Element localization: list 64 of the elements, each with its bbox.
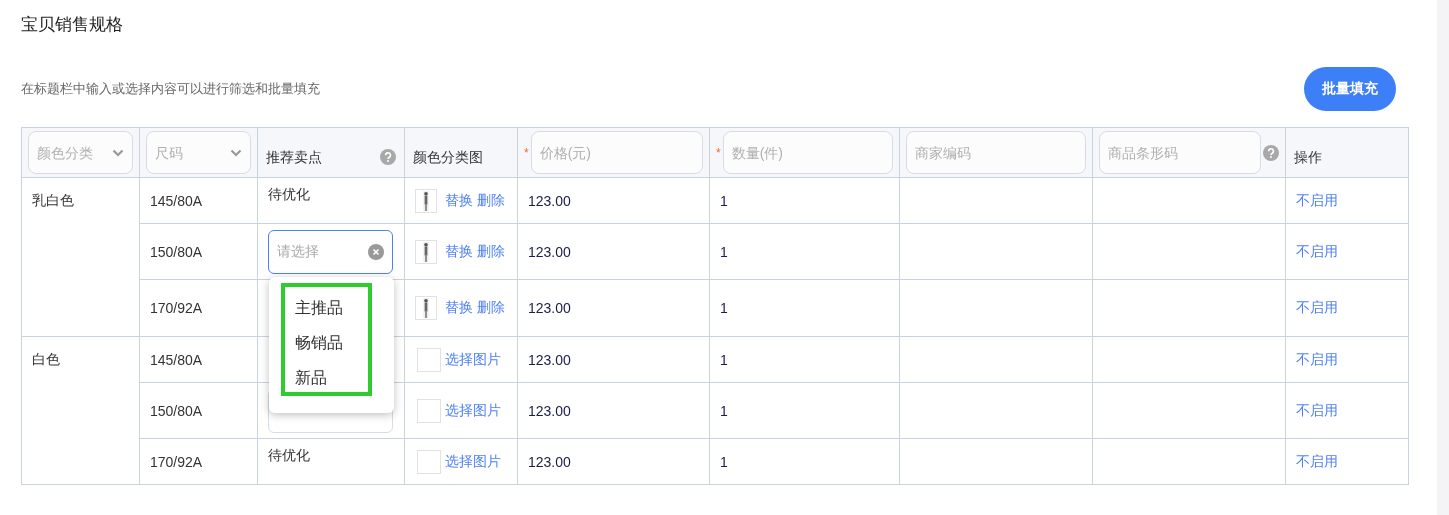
image-slot[interactable] [417,347,441,372]
size-text: 145/80A [150,192,203,209]
dropdown-option[interactable]: 主推品 [295,297,343,319]
quantity-text: 1 [720,192,728,209]
image-action-link[interactable]: 替换 [445,299,473,317]
disable-link[interactable]: 不启用 [1296,350,1338,367]
quantity-text: 1 [720,351,728,368]
required-mark: * [524,146,529,159]
size-text: 150/80A [150,243,203,260]
column-header: 颜色分类图 [413,149,484,164]
dropdown-option[interactable]: 畅销品 [295,332,343,354]
price-text: 123.00 [528,192,571,209]
size-text: 150/80A [150,402,203,419]
selling-point-select[interactable]: 请选择 [268,229,393,274]
quantity-text: 1 [720,243,728,260]
price-text: 123.00 [528,453,571,470]
quantity-text: 1 [720,402,728,419]
image-action-link[interactable]: 选择图片 [445,350,501,369]
size-text: 145/80A [150,351,203,368]
quantity-text: 1 [720,453,728,470]
column-header: 操作 [1294,149,1323,164]
image-action-link[interactable]: 选择图片 [445,401,501,420]
image-action-link[interactable]: 替换 [445,242,473,261]
disable-link[interactable]: 不启用 [1296,452,1338,469]
selling-point-text: 待优化 [268,186,310,202]
filter-input-field[interactable]: 商品条形码 [1099,131,1261,174]
image-slot[interactable] [417,449,441,474]
image-slot[interactable] [417,398,441,423]
chevron-down-icon [230,148,242,157]
disable-link[interactable]: 不启用 [1296,191,1338,208]
required-mark: * [716,146,721,159]
disable-link[interactable]: 不启用 [1296,299,1338,315]
filter-input-field[interactable]: 数量(件) [722,131,893,174]
price-text: 123.00 [528,243,571,260]
image-action-link[interactable]: 选择图片 [445,452,501,471]
disable-link[interactable]: 不启用 [1296,401,1338,418]
price-text: 123.00 [528,300,571,316]
help-icon[interactable] [1263,144,1279,161]
filter-select[interactable]: 尺码 [146,131,251,174]
color-name: 乳白色 [32,192,74,208]
section-title: 宝贝销售规格 [21,14,123,36]
chevron-down-icon [112,148,124,157]
quantity-text: 1 [720,300,728,316]
price-text: 123.00 [528,351,571,368]
selling-point-text: 待优化 [268,447,310,463]
price-text: 123.00 [528,402,571,419]
batch-fill-button[interactable]: 批量填充 [1304,67,1396,111]
filter-input-field[interactable]: 商家编码 [906,131,1086,174]
disable-link[interactable]: 不启用 [1296,242,1338,259]
size-text: 170/92A [150,300,203,316]
image-action-link[interactable]: 删除 [477,191,505,210]
image-action-link[interactable]: 替换 [445,191,473,210]
color-name: 白色 [32,351,60,367]
clear-icon[interactable] [368,243,384,260]
dropdown-menu[interactable]: 主推品 畅销品 新品 [269,277,394,413]
help-icon[interactable] [380,148,396,165]
size-text: 170/92A [150,453,203,470]
column-header: 推荐卖点 [266,149,323,164]
image-action-link[interactable]: 删除 [477,299,505,317]
hint-text: 在标题栏中输入或选择内容可以进行筛选和批量填充 [21,80,320,98]
filter-input-field[interactable]: 价格(元) [530,131,703,174]
filter-select[interactable]: 颜色分类 [28,131,133,174]
dropdown-option[interactable]: 新品 [295,367,343,389]
image-action-link[interactable]: 删除 [477,242,505,261]
